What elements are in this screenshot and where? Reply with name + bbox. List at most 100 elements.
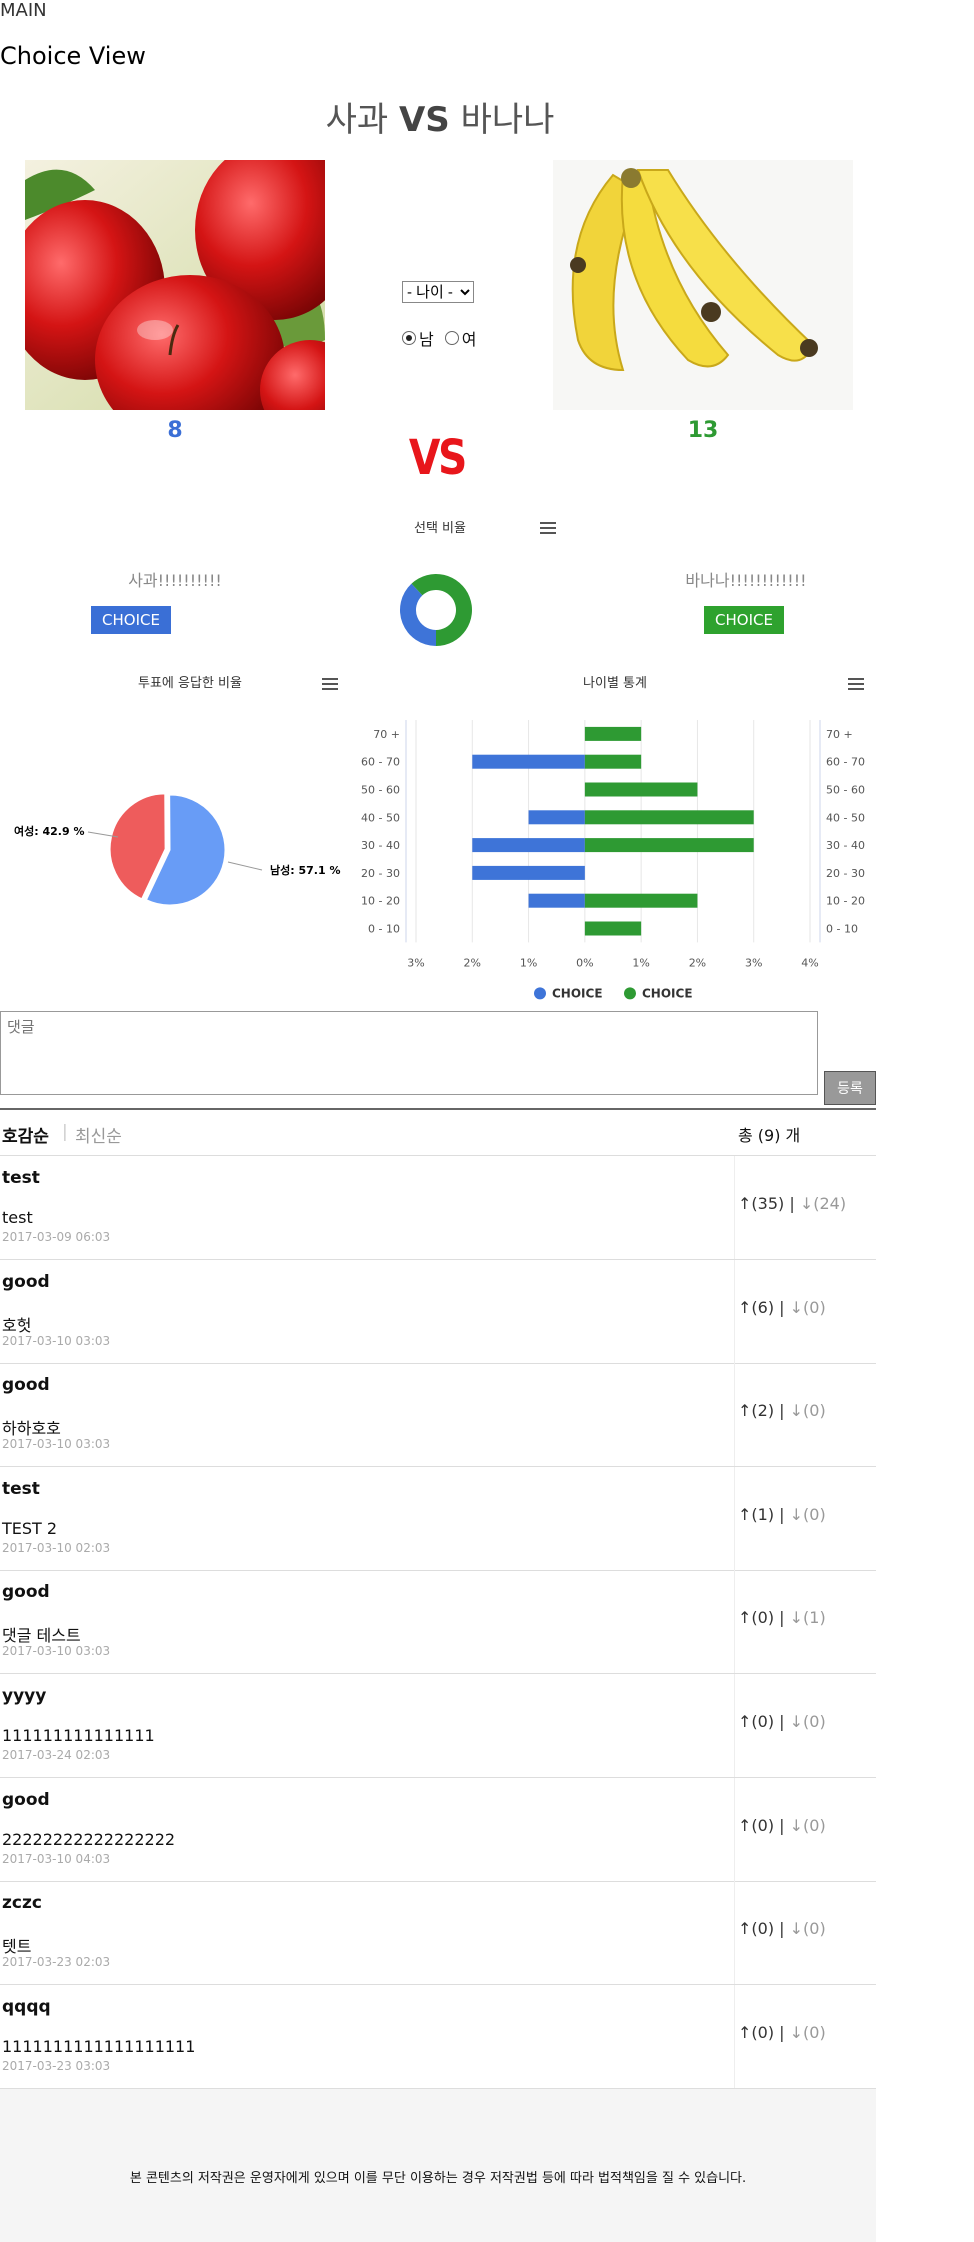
age-select[interactable]: - 나이 - (402, 281, 474, 303)
legend-label: CHOICE (552, 986, 603, 1000)
comment-date: 2017-03-09 06:03 (2, 1230, 111, 1244)
bar-series-1 (584, 782, 698, 797)
upvote-button[interactable]: ↑(1) (738, 1505, 774, 1524)
downvote-button[interactable]: ↓(0) (790, 1919, 826, 1938)
sort-popular-tab[interactable]: 호감순 (2, 1122, 49, 1147)
vote-divider: | (774, 1608, 790, 1628)
comment-item: good 호헛 2017-03-10 03:03 ↑(6) | ↓(0) (0, 1259, 876, 1364)
vs-label: VS (398, 100, 450, 140)
comment-body: 호헛 (2, 1315, 32, 1335)
comment-body: test (2, 1208, 33, 1227)
bar-series-0 (528, 810, 585, 825)
legend-marker (534, 987, 546, 1000)
apple-image (25, 160, 325, 410)
comment-divider (734, 1259, 735, 1363)
comment-author: yyyy (2, 1686, 47, 1706)
right-vote-count: 13 (687, 418, 719, 443)
right-option-name: 바나나 (460, 100, 555, 140)
comment-body: 111111111111111 (2, 1726, 155, 1745)
comment-divider (734, 1466, 735, 1570)
vote-divider: | (774, 1815, 790, 1835)
downvote-button[interactable]: ↓(1) (790, 1608, 826, 1627)
vote-divider: | (784, 1194, 800, 1213)
ratio-donut-chart (400, 574, 472, 646)
comment-divider (734, 1363, 735, 1467)
ratio-chart-menu-icon[interactable] (540, 522, 556, 534)
banana-image (553, 160, 853, 410)
bar-series-0 (528, 893, 585, 908)
upvote-button[interactable]: ↑(0) (738, 1608, 774, 1627)
downvote-button[interactable]: ↓(0) (790, 1712, 826, 1731)
bar-series-1 (584, 838, 754, 853)
comment-item: good 댓글 테스트 2017-03-10 03:03 ↑(0) | ↓(1) (0, 1570, 876, 1675)
comment-author: good (2, 1271, 50, 1292)
y-tick-label-left: 30 - 40 (361, 839, 400, 852)
comment-votes: ↑(6) | ↓(0) (738, 1298, 826, 1317)
comment-item: qqqq 1111111111111111111 2017-03-23 03:03 ↑… (0, 1984, 876, 2089)
comment-author: zczc (2, 1893, 42, 1914)
comment-author: good (2, 1375, 50, 1396)
comment-votes: ↑(0) | ↓(0) (738, 1919, 826, 1938)
upvote-button[interactable]: ↑(0) (738, 1816, 774, 1835)
y-tick-label-left: 0 - 10 (368, 923, 400, 936)
y-tick-label-right: 10 - 20 (826, 895, 865, 908)
comment-date: 2017-03-10 02:03 (2, 1540, 111, 1555)
x-tick-label: 1% (520, 956, 537, 969)
downvote-button[interactable]: ↓(0) (790, 1816, 826, 1835)
x-tick-label: 0% (576, 956, 593, 969)
comment-body: 하하호호 (2, 1419, 61, 1439)
left-choice-button[interactable]: CHOICE (91, 606, 171, 634)
x-tick-label: 3% (407, 956, 424, 969)
x-tick-label: 4% (801, 956, 818, 969)
right-choice-label: 바나나!!!!!!!!!!!! (685, 571, 807, 590)
upvote-button[interactable]: ↑(0) (738, 1712, 774, 1731)
comment-author: test (2, 1168, 40, 1188)
y-tick-label-left: 60 - 70 (361, 756, 400, 769)
bar-series-1 (584, 893, 698, 908)
y-tick-label-right: 30 - 40 (826, 839, 865, 852)
gender-radio-group: 남 여 (402, 326, 476, 350)
x-tick-label: 3% (745, 956, 762, 969)
gender-male-label: 남 (419, 330, 434, 349)
upvote-button[interactable]: ↑(0) (738, 2023, 774, 2042)
comment-input[interactable] (0, 1011, 818, 1095)
legend-label: CHOICE (642, 986, 693, 1000)
main-link[interactable]: MAIN (0, 0, 47, 21)
upvote-button[interactable]: ↑(0) (738, 1919, 774, 1938)
downvote-button[interactable]: ↓(0) (790, 2023, 826, 2042)
left-choice-label: 사과!!!!!!!!!! (128, 571, 222, 590)
comment-body: 22222222222222222 (2, 1829, 176, 1849)
gender-pie-chart: 여성: 42.9 % 남성: 57.1 % (14, 793, 340, 906)
upvote-button[interactable]: ↑(6) (738, 1298, 774, 1317)
sort-recent-tab[interactable]: 최신순 (75, 1122, 122, 1147)
gender-male-radio[interactable] (402, 331, 416, 345)
downvote-button[interactable]: ↓(24) (800, 1194, 846, 1213)
downvote-button[interactable]: ↓(0) (790, 1401, 826, 1420)
downvote-button[interactable]: ↓(0) (790, 1298, 826, 1317)
age-bar-chart: 70 + 70 + 60 - 70 60 - 70 50 - 60 50 - 60 40 -… (361, 720, 865, 1000)
downvote-button[interactable]: ↓(0) (790, 1505, 826, 1524)
page-title: Choice View (0, 42, 146, 70)
bar-series-1 (584, 921, 642, 936)
upvote-button[interactable]: ↑(35) (738, 1194, 784, 1213)
comment-date: 2017-03-10 04:03 (2, 1851, 111, 1866)
vote-divider: | (774, 1401, 790, 1421)
y-tick-label-left: 10 - 20 (361, 895, 400, 908)
right-choice-button[interactable]: CHOICE (704, 606, 784, 634)
ratio-chart-title: 선택 비율 (414, 521, 466, 536)
y-tick-label-right: 0 - 10 (826, 923, 858, 936)
comment-item: zczc 텟트 2017-03-23 02:03 ↑(0) | ↓(0) (0, 1881, 876, 1986)
y-tick-label-right: 70 + (826, 728, 853, 741)
upvote-button[interactable]: ↑(2) (738, 1401, 774, 1420)
vote-divider: | (774, 1297, 790, 1317)
comment-item: good 하하호호 2017-03-10 03:03 ↑(2) | ↓(0) (0, 1363, 876, 1468)
age-chart-menu-icon[interactable] (848, 678, 864, 690)
x-tick-label: 2% (464, 956, 481, 969)
comment-date: 2017-03-10 03:03 (2, 1437, 111, 1452)
gender-chart-menu-icon[interactable] (322, 678, 338, 690)
submit-comment-button[interactable]: 등록 (824, 1071, 876, 1105)
x-tick-label: 1% (632, 956, 649, 969)
gender-female-radio[interactable] (444, 331, 459, 345)
footer: 본 콘텐츠의 저작권은 운영자에게 있으며 이를 무단 이용하는 경우 저작권법… (0, 2089, 876, 2242)
y-tick-label-right: 50 - 60 (826, 784, 865, 797)
